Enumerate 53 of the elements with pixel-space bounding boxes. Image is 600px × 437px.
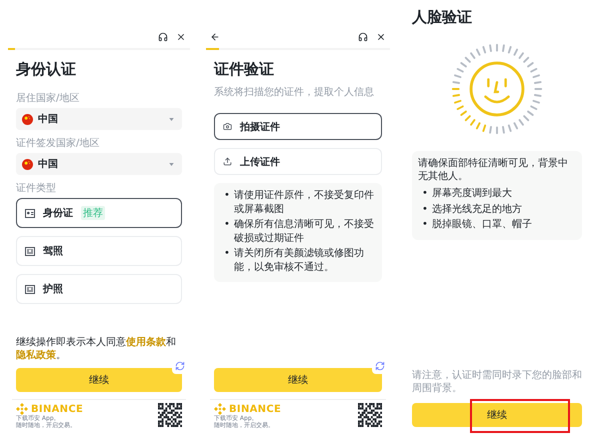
recommended-badge: 推荐 <box>81 206 105 220</box>
upload-option[interactable]: 拍摄证件 <box>214 113 382 140</box>
brand-name: BINANCE <box>31 404 84 414</box>
tip-text: 选择光线充足的地方 <box>432 202 522 216</box>
bullet-mark: • <box>224 247 229 261</box>
bullet-mark: • <box>224 218 229 232</box>
continue-button[interactable]: 继续 <box>214 368 382 392</box>
document-option[interactable]: 驾照 <box>16 236 182 266</box>
continue-button[interactable]: 继续 <box>412 403 582 427</box>
headset-icon[interactable] <box>158 32 168 42</box>
page-title: 证件验证 <box>214 60 275 79</box>
tip-text: 请使用证件原件，不接受复印件或屏幕截图 <box>234 189 374 216</box>
tip-text: 请关闭所有美颜滤镜或修图功能，以免审核不通过。 <box>234 247 365 274</box>
upload-option[interactable]: 上传证件 <box>214 148 382 175</box>
notice-text: 请注意，认证时需同时录下您的脸部和周围背景。 <box>412 369 582 395</box>
close-icon[interactable] <box>376 32 386 42</box>
tip-text: 确保所有信息清晰可见，不接受破损或过期证件 <box>234 218 374 245</box>
country-select[interactable]: 中国 <box>16 108 182 130</box>
field-label: 居住国家/地区 <box>16 92 80 105</box>
subtitle: 系统将扫描您的证件，提取个人信息 <box>214 86 375 99</box>
back-icon[interactable] <box>210 32 220 42</box>
field-label: 证件签发国家/地区 <box>16 136 100 150</box>
flag-icon <box>22 114 33 124</box>
tip-text: 脱掉眼镜、口罩、帽子 <box>432 218 532 232</box>
page-title: 人脸验证 <box>412 8 473 27</box>
bullet-mark: • <box>422 202 427 216</box>
bullet-mark: • <box>224 189 229 203</box>
flag-icon <box>22 158 33 170</box>
headset-icon[interactable] <box>358 32 368 42</box>
brand-name: BINANCE <box>229 404 282 414</box>
document-option[interactable]: 护照 <box>16 274 182 304</box>
close-icon[interactable] <box>176 32 186 42</box>
logo-icon <box>16 403 28 415</box>
document-option[interactable]: 身份证 推荐 <box>16 198 182 228</box>
caret-icon <box>169 118 174 120</box>
qr-code <box>358 403 382 427</box>
page-title: 身份认证 <box>16 60 77 79</box>
tip-text: 屏幕亮度调到最大 <box>432 187 512 200</box>
upload-icon <box>223 157 232 166</box>
country-select[interactable]: 中国 <box>16 153 182 175</box>
id-card-icon <box>25 208 35 218</box>
agreement-text: 继续操作即表示本人同意使用条款和 隐私政策。 <box>16 336 177 362</box>
continue-button[interactable]: 继续 <box>16 368 182 392</box>
field-label: 证件类型 <box>16 182 57 195</box>
camera-icon <box>223 122 232 131</box>
caret-icon <box>169 162 174 166</box>
logo-icon <box>214 403 226 415</box>
bullet-mark: • <box>422 218 427 232</box>
qr-code <box>158 403 182 427</box>
id-card-icon <box>25 284 35 294</box>
bullet-mark: • <box>422 187 427 200</box>
id-card-icon <box>25 246 35 256</box>
tips-intro: 请确保面部特征清晰可见，背景中无其他人。 <box>418 157 569 183</box>
